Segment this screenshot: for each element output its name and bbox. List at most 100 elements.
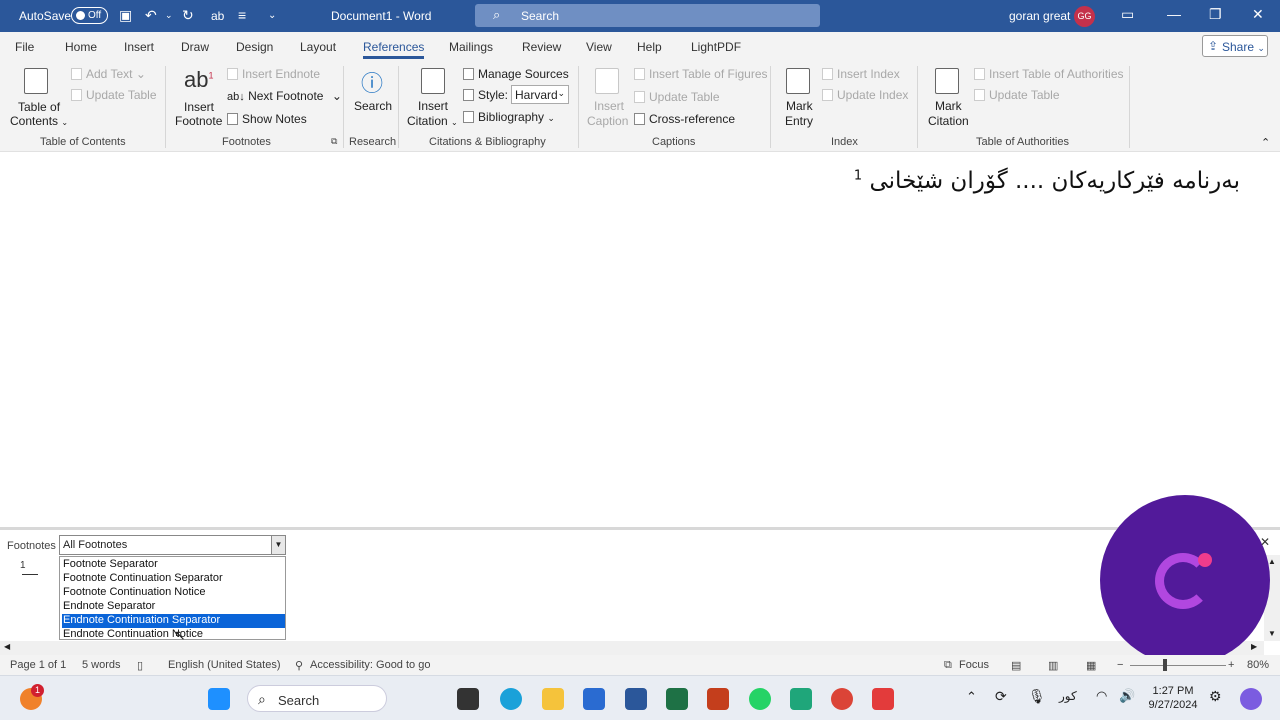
option-endnote-separator[interactable]: Endnote Separator (62, 600, 285, 614)
insert-table-of-authorities-button[interactable]: Insert Table of Authorities (974, 67, 1124, 81)
autosave-toggle[interactable]: Off (71, 7, 108, 24)
update-figures-table-button[interactable]: Update Table (634, 90, 720, 104)
update-toc-button[interactable]: Update Table (71, 88, 157, 102)
tab-help[interactable]: Help (637, 40, 662, 54)
taskbar-search[interactable]: ⌕ Search (247, 685, 387, 712)
windows-start-icon[interactable] (208, 688, 230, 710)
customize-toolbar-icon[interactable]: ⌄ (268, 10, 276, 21)
insert-citation-label-1[interactable]: Insert (418, 99, 448, 113)
maximize-icon[interactable]: ❐ (1209, 6, 1222, 23)
footnotes-dialog-launcher-icon[interactable]: ⧉ (331, 136, 337, 147)
insert-citation-button[interactable]: Citation ⌄ (407, 114, 458, 128)
cross-reference-button[interactable]: Cross-reference (634, 112, 735, 126)
manage-sources-button[interactable]: Manage Sources (463, 67, 569, 81)
insert-caption-button[interactable]: Caption (587, 114, 628, 128)
update-authorities-table-button[interactable]: Update Table (974, 88, 1060, 102)
tab-layout[interactable]: Layout (300, 40, 336, 54)
citation-style-select[interactable]: Harvard ⌄ (511, 85, 569, 104)
accessibility-status[interactable]: Accessibility: Good to go (310, 659, 430, 671)
app-red-icon[interactable] (872, 688, 894, 710)
mark-citation-label-1[interactable]: Mark (935, 99, 962, 113)
table-of-contents-button[interactable]: Contents ⌄ (10, 114, 68, 128)
tab-home[interactable]: Home (65, 40, 97, 54)
insert-footnote-button[interactable]: Footnote (175, 114, 222, 128)
mark-citation-button[interactable]: Citation (928, 114, 969, 128)
keyboard-language[interactable]: کور (1059, 689, 1077, 703)
insert-index-button[interactable]: Insert Index (822, 67, 900, 81)
bibliography-button[interactable]: Bibliography ⌄ (463, 110, 555, 124)
share-button[interactable]: ⇪ Share ⌄ (1202, 35, 1268, 57)
tab-insert[interactable]: Insert (124, 40, 154, 54)
zoom-slider[interactable] (1130, 665, 1226, 666)
tab-draw[interactable]: Draw (181, 40, 209, 54)
powerpoint-icon[interactable] (707, 688, 729, 710)
recorder-overlay-icon[interactable] (1100, 495, 1270, 665)
wifi-icon[interactable]: ◠ (1096, 688, 1107, 704)
tray-chevron-icon[interactable]: ⌃ (966, 689, 977, 705)
zoom-out-icon[interactable]: − (1117, 659, 1123, 671)
language-status[interactable]: English (United States) (168, 659, 281, 671)
word-icon[interactable] (625, 688, 647, 710)
mark-entry-button[interactable]: Entry (785, 114, 813, 128)
volume-icon[interactable]: 🔊 (1119, 688, 1135, 704)
sync-icon[interactable]: ⟳ (995, 688, 1007, 705)
web-layout-icon[interactable]: ▦ (1086, 659, 1096, 672)
tab-view[interactable]: View (586, 40, 612, 54)
insert-caption-label-1[interactable]: Insert (594, 99, 624, 113)
mark-entry-label-1[interactable]: Mark (786, 99, 813, 113)
minimize-icon[interactable]: — (1167, 6, 1181, 22)
tab-lightpdf[interactable]: LightPDF (691, 40, 741, 54)
edge-icon[interactable] (500, 688, 522, 710)
file-explorer-icon[interactable] (542, 688, 564, 710)
pane-horizontal-scrollbar[interactable]: ◀ ▶ (0, 641, 1264, 655)
format-icon[interactable]: ab (211, 9, 224, 23)
option-footnote-separator[interactable]: Footnote Separator (62, 558, 285, 572)
add-text-button[interactable]: Add Text ⌄ (71, 67, 146, 81)
zoom-in-icon[interactable]: + (1228, 659, 1234, 671)
search-box[interactable]: ⌕ Search (475, 4, 820, 27)
app-green-icon[interactable] (790, 688, 812, 710)
page-count[interactable]: Page 1 of 1 (10, 659, 66, 671)
avatar[interactable]: GG (1074, 6, 1095, 27)
close-pane-icon[interactable]: ✕ (1260, 535, 1270, 549)
update-index-button[interactable]: Update Index (822, 88, 908, 102)
tab-design[interactable]: Design (236, 40, 273, 54)
document-body-text[interactable]: 1 بەرنامە فێرکاریەکان .... گۆران شێخانی (800, 168, 1240, 194)
next-footnote-button[interactable]: ab↓ Next Footnote ⌄ (227, 89, 342, 103)
whatsapp-icon[interactable] (749, 688, 771, 710)
undo-dropdown-icon[interactable]: ⌄ (165, 10, 173, 21)
read-mode-icon[interactable]: ▤ (1011, 659, 1021, 672)
tab-references[interactable]: References (363, 40, 425, 59)
ribbon-display-icon[interactable]: ▭ (1121, 6, 1134, 23)
collapse-ribbon-icon[interactable]: ⌃ (1261, 136, 1270, 149)
research-search-button[interactable]: Search (354, 99, 392, 113)
settings-icon[interactable]: ⚙ (1209, 688, 1222, 705)
microphone-icon[interactable]: 🎙 (1028, 688, 1046, 705)
excel-icon[interactable] (666, 688, 688, 710)
save-icon[interactable]: ▣ (119, 7, 132, 24)
store-icon[interactable] (583, 688, 605, 710)
zoom-level[interactable]: 80% (1247, 659, 1269, 671)
show-notes-button[interactable]: Show Notes (227, 112, 307, 126)
option-footnote-continuation-separator[interactable]: Footnote Continuation Separator (62, 572, 285, 586)
proofing-icon[interactable]: ▯ (137, 659, 143, 672)
insert-endnote-button[interactable]: Insert Endnote (227, 67, 320, 81)
list-icon[interactable]: ≡ (238, 7, 246, 23)
footnote-reference[interactable]: 1 (854, 168, 862, 183)
copilot-icon[interactable] (1240, 688, 1262, 710)
insert-footnote-label-1[interactable]: Insert (184, 100, 214, 114)
insert-table-of-figures-button[interactable]: Insert Table of Figures (634, 67, 768, 81)
combo-dropdown-icon[interactable]: ▼ (271, 535, 286, 555)
close-icon[interactable]: ✕ (1252, 6, 1264, 23)
option-footnote-continuation-notice[interactable]: Footnote Continuation Notice (62, 586, 285, 600)
footnotes-combo[interactable]: All Footnotes (59, 535, 286, 555)
word-count[interactable]: 5 words (82, 659, 121, 671)
tab-file[interactable]: File (15, 40, 34, 54)
redo-icon[interactable]: ↻ (182, 7, 194, 24)
tab-mailings[interactable]: Mailings (449, 40, 493, 54)
taskbar-clock[interactable]: 1:27 PM 9/27/2024 (1140, 684, 1206, 712)
print-layout-icon[interactable]: ▥ (1048, 659, 1058, 672)
undo-icon[interactable]: ↶ (145, 7, 157, 24)
toc-label-1[interactable]: Table of (18, 100, 60, 114)
task-view-icon[interactable] (457, 688, 479, 710)
